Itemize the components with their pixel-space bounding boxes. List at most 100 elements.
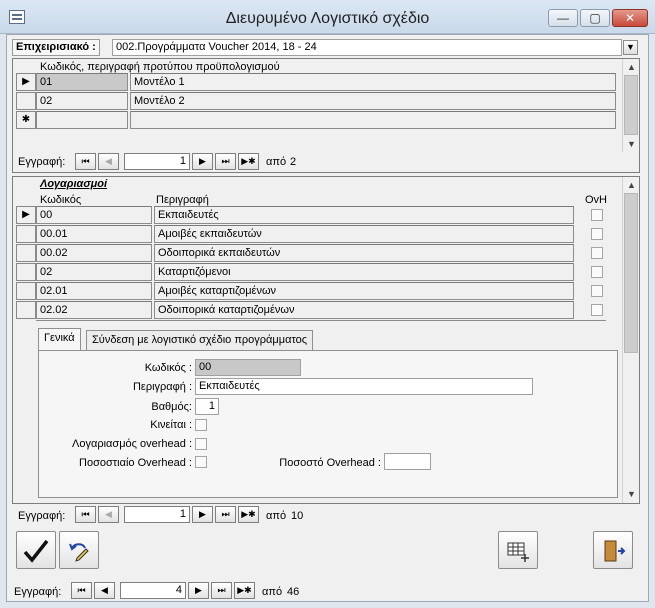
scroll-up-icon[interactable]: ▲: [623, 177, 640, 193]
account-code-cell[interactable]: 00.01: [36, 225, 152, 243]
template-code-cell[interactable]: 01: [36, 73, 128, 91]
account-code-cell[interactable]: 02.02: [36, 301, 152, 319]
scrollbar-thumb[interactable]: [624, 193, 638, 353]
new-record-icon[interactable]: ▶✱: [238, 506, 259, 523]
account-description-cell[interactable]: Εκπαιδευτές: [154, 206, 574, 224]
minimize-button[interactable]: —: [548, 9, 578, 27]
row-selector[interactable]: [16, 92, 36, 110]
scroll-down-icon[interactable]: ▼: [623, 486, 640, 502]
account-description-cell[interactable]: Οδοιπορικά εκπαιδευτών: [154, 244, 574, 262]
previous-record-icon[interactable]: ◀: [94, 582, 115, 599]
account-code-cell[interactable]: 00.02: [36, 244, 152, 262]
code-label: Κωδικός :: [144, 362, 192, 374]
account-description-cell[interactable]: Αμοιβές εκπαιδευτών: [154, 225, 574, 243]
account-description-cell[interactable]: Οδοιπορικά καταρτιζομένων: [154, 301, 574, 319]
account-code-cell[interactable]: 00: [36, 206, 152, 224]
first-record-icon[interactable]: ⏮: [75, 506, 96, 523]
template-code-cell[interactable]: [36, 111, 128, 129]
overhead-account-checkbox[interactable]: [195, 438, 207, 450]
confirm-button[interactable]: [16, 531, 56, 569]
ovh-checkbox[interactable]: [591, 209, 603, 221]
new-record-icon[interactable]: ▶✱: [234, 582, 255, 599]
row-selector[interactable]: [16, 225, 36, 243]
checkmark-icon: [23, 539, 49, 563]
record-total: 46: [287, 586, 300, 598]
accounts-section-title: Λογαριασμοί: [40, 178, 108, 190]
template-description-cell[interactable]: Μοντέλο 2: [130, 92, 616, 110]
budget-templates-scrollbar[interactable]: ▲ ▼: [622, 59, 639, 152]
budget-templates-column-header: Κωδικός, περιγραφή προτύπου προϋπολογισμ…: [40, 61, 280, 73]
next-record-icon[interactable]: ▶: [192, 506, 213, 523]
template-description-cell[interactable]: [130, 111, 616, 129]
undo-button[interactable]: [59, 531, 99, 569]
tab-link-program-chart[interactable]: Σύνδεση με λογιστικό σχέδιο προγράμματος: [86, 330, 314, 350]
exit-button[interactable]: [593, 531, 633, 569]
new-row-selector[interactable]: ✱: [16, 111, 36, 129]
row-selector[interactable]: [16, 301, 36, 319]
record-of-label: από: [266, 156, 287, 168]
ovh-checkbox[interactable]: [591, 247, 603, 259]
scroll-up-icon[interactable]: ▲: [623, 59, 640, 75]
description-label: Περιγραφή :: [132, 381, 192, 393]
ovh-checkbox[interactable]: [591, 228, 603, 240]
code-field[interactable]: 00: [195, 359, 301, 376]
record-total: 10: [291, 510, 304, 522]
movable-label: Κινείται :: [150, 419, 192, 431]
accounts-scrollbar[interactable]: ▲ ▼: [622, 177, 639, 503]
row-selector[interactable]: [16, 263, 36, 281]
last-record-icon[interactable]: ⏭: [215, 506, 236, 523]
chevron-down-icon[interactable]: ▼: [623, 40, 638, 55]
company-combobox[interactable]: 002.Προγράμματα Voucher 2014, 18 - 24: [112, 39, 622, 56]
template-description-cell[interactable]: Μοντέλο 1: [130, 73, 616, 91]
level-field[interactable]: 1: [195, 398, 219, 415]
overhead-percent-label: Ποσοστό Overhead :: [279, 457, 381, 469]
first-record-icon[interactable]: ⏮: [75, 153, 96, 170]
scroll-down-icon[interactable]: ▼: [623, 136, 640, 152]
record-total: 2: [290, 156, 297, 168]
template-code-cell[interactable]: 02: [36, 92, 128, 110]
overhead-account-label: Λογαριασμός overhead :: [72, 438, 192, 450]
movable-checkbox[interactable]: [195, 419, 207, 431]
row-selector[interactable]: [16, 244, 36, 262]
maximize-button[interactable]: ▢: [580, 9, 610, 27]
record-nav-label: Εγγραφή:: [18, 510, 66, 522]
record-of-label: από: [266, 510, 287, 522]
level-label: Βαθμός:: [151, 401, 192, 413]
previous-record-icon[interactable]: ◀: [98, 506, 119, 523]
record-nav-label: Εγγραφή:: [18, 156, 66, 168]
account-code-cell[interactable]: 02: [36, 263, 152, 281]
next-record-icon[interactable]: ▶: [192, 153, 213, 170]
last-record-icon[interactable]: ⏭: [215, 153, 236, 170]
ovh-checkbox[interactable]: [591, 285, 603, 297]
first-record-icon[interactable]: ⏮: [71, 582, 92, 599]
scrollbar-thumb[interactable]: [624, 75, 638, 135]
ovh-checkbox[interactable]: [591, 266, 603, 278]
row-selector[interactable]: [16, 282, 36, 300]
close-button[interactable]: ✕: [612, 9, 648, 27]
accounts-description-column-header: Περιγραφή: [156, 194, 209, 206]
last-record-icon[interactable]: ⏭: [211, 582, 232, 599]
overhead-percent-flag-checkbox[interactable]: [195, 456, 207, 468]
new-record-icon[interactable]: ▶✱: [238, 153, 259, 170]
tab-general[interactable]: Γενικά: [38, 328, 81, 350]
accounts-code-column-header: Κωδικός: [40, 194, 82, 206]
description-field[interactable]: Εκπαιδευτές: [195, 378, 533, 395]
account-code-cell[interactable]: 02.01: [36, 282, 152, 300]
record-number-input[interactable]: 1: [124, 153, 190, 170]
add-table-button[interactable]: [498, 531, 538, 569]
record-number-input[interactable]: 1: [124, 506, 190, 523]
account-description-cell[interactable]: Καταρτιζόμενοι: [154, 263, 574, 281]
company-label: Επιχειρισιακό :: [12, 39, 100, 56]
account-description-cell[interactable]: Αμοιβές καταρτιζομένων: [154, 282, 574, 300]
row-selector[interactable]: ▶: [16, 73, 36, 91]
row-selector[interactable]: ▶: [16, 206, 36, 224]
overhead-percent-flag-label: Ποσοστιαίο Overhead :: [79, 457, 192, 469]
ovh-checkbox[interactable]: [591, 304, 603, 316]
accounts-ovh-column-header: OvH: [585, 194, 607, 206]
next-record-icon[interactable]: ▶: [188, 582, 209, 599]
title-bar: Διευρυμένο Λογιστικό σχέδιο — ▢ ✕: [0, 0, 655, 34]
overhead-percent-field[interactable]: [384, 453, 431, 470]
record-of-label: από: [262, 586, 283, 598]
record-number-input[interactable]: 4: [120, 582, 186, 599]
previous-record-icon[interactable]: ◀: [98, 153, 119, 170]
